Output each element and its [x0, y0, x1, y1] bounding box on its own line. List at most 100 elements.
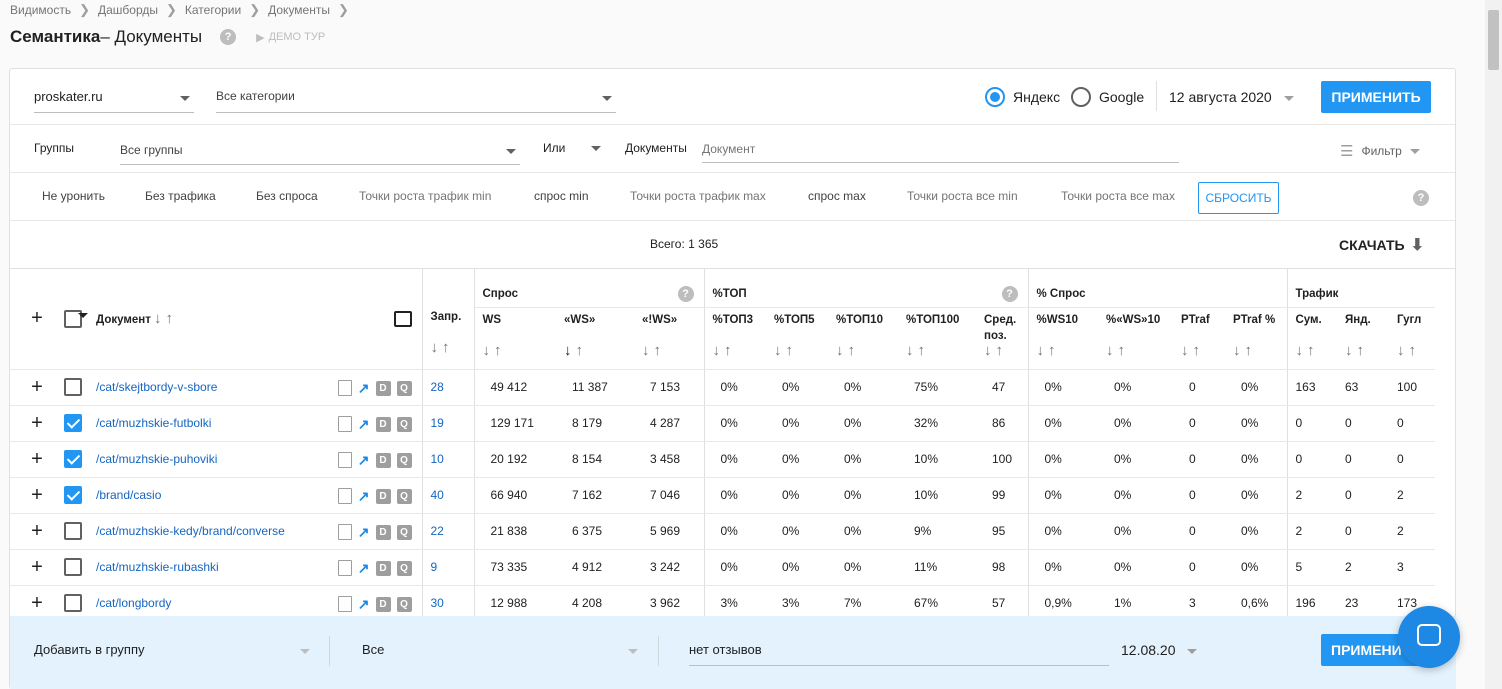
d-icon[interactable]: D: [375, 488, 391, 504]
q-icon[interactable]: Q: [396, 452, 412, 468]
copy-icon[interactable]: [337, 596, 352, 612]
col-label-3[interactable]: «!WS»: [642, 312, 704, 342]
trend-chart-icon[interactable]: ↗: [358, 488, 370, 505]
document-link[interactable]: /brand/casio: [96, 488, 161, 502]
copy-icon[interactable]: [337, 488, 352, 504]
col-label-10[interactable]: %«WS»10: [1106, 312, 1173, 342]
sort-arrows-icon[interactable]: ↓↑: [836, 342, 898, 359]
breadcrumb-visibility[interactable]: Видимость: [10, 3, 71, 17]
plus-icon[interactable]: +: [31, 592, 43, 614]
plus-icon[interactable]: +: [31, 412, 43, 434]
quick-filter-7[interactable]: Точки роста все min: [907, 189, 1018, 203]
plus-icon[interactable]: +: [31, 520, 43, 542]
sort-arrows-icon[interactable]: ↓↑: [774, 342, 828, 359]
all-select[interactable]: Все: [362, 642, 642, 662]
breadcrumb-categories[interactable]: Категории: [185, 3, 241, 17]
quick-filter-2[interactable]: Без спроса: [256, 189, 318, 203]
trend-chart-icon[interactable]: ↗: [358, 524, 370, 541]
col-label-4[interactable]: %ТОП3: [713, 312, 767, 342]
sort-arrows-icon[interactable]: ↓↑: [713, 342, 767, 359]
apply-button[interactable]: ПРИМЕНИТЬ: [1321, 81, 1431, 113]
col-label-7[interactable]: %ТОП100: [906, 312, 976, 342]
copy-icon[interactable]: [337, 452, 352, 468]
col-label-1[interactable]: WS: [483, 312, 557, 342]
site-select[interactable]: proskater.ru: [34, 89, 194, 113]
col-label-13[interactable]: Сум.: [1296, 312, 1338, 342]
col-label-2[interactable]: «WS»: [564, 312, 634, 342]
review-select[interactable]: нет отзывов: [689, 638, 1109, 666]
trend-chart-icon[interactable]: ↗: [358, 452, 370, 469]
plus-icon[interactable]: +: [31, 307, 43, 329]
sort-arrows-icon[interactable]: ↓↑: [1296, 342, 1338, 359]
sort-arrows-icon[interactable]: ↓↑: [1345, 342, 1389, 359]
q-icon[interactable]: Q: [396, 380, 412, 396]
quick-filter-1[interactable]: Без трафика: [145, 189, 216, 203]
col-label-0[interactable]: Запр.: [431, 311, 462, 323]
sort-arrows-icon[interactable]: ↓↑: [564, 342, 634, 359]
copy-icon[interactable]: [337, 380, 352, 396]
help-icon[interactable]: ?: [677, 286, 694, 302]
copy-icon[interactable]: [337, 560, 352, 576]
quick-filter-8[interactable]: Точки роста все max: [1061, 189, 1175, 203]
cell-value[interactable]: 28: [431, 380, 444, 394]
q-icon[interactable]: Q: [396, 560, 412, 576]
sort-arrows-icon[interactable]: ↓↑: [1181, 342, 1225, 359]
plus-icon[interactable]: +: [31, 376, 43, 398]
sort-arrows-icon[interactable]: ↓↑: [1106, 342, 1173, 359]
help-icon[interactable]: ?: [220, 29, 237, 45]
row-checkbox[interactable]: [64, 558, 82, 576]
engine-yandex-radio[interactable]: Яндекс: [985, 87, 1060, 107]
page-scrollbar[interactable]: [1485, 0, 1502, 689]
d-icon[interactable]: D: [375, 560, 391, 576]
col-label-5[interactable]: %ТОП5: [774, 312, 828, 342]
sort-arrows-icon[interactable]: ↓↑: [1233, 342, 1287, 359]
trend-chart-icon[interactable]: ↗: [358, 560, 370, 577]
q-icon[interactable]: Q: [396, 416, 412, 432]
quick-filter-0[interactable]: Не уронить: [42, 189, 105, 203]
download-button[interactable]: СКАЧАТЬ ⬇: [1339, 235, 1424, 255]
row-checkbox[interactable]: [64, 522, 82, 540]
sort-arrows-icon[interactable]: ↓↑: [483, 342, 557, 359]
sort-arrows-icon[interactable]: ↓↑: [1037, 342, 1099, 359]
cell-value[interactable]: 19: [431, 416, 444, 430]
d-icon[interactable]: D: [375, 416, 391, 432]
quick-filter-3[interactable]: Точки роста трафик min: [359, 189, 491, 203]
trend-chart-icon[interactable]: ↗: [358, 380, 370, 397]
document-header-label[interactable]: Документ: [96, 314, 151, 326]
col-label-9[interactable]: %WS10: [1037, 312, 1099, 342]
q-icon[interactable]: Q: [396, 488, 412, 504]
plus-icon[interactable]: +: [31, 484, 43, 506]
copy-icon[interactable]: [337, 416, 352, 432]
help-icon[interactable]: ?: [1001, 286, 1018, 302]
cell-value[interactable]: 40: [431, 488, 444, 502]
sort-arrows-icon[interactable]: ↓↑: [906, 342, 976, 359]
sort-arrows-icon[interactable]: ↓↑: [154, 310, 177, 327]
filter-button[interactable]: ☰ Фильтр: [1340, 142, 1420, 160]
col-label-15[interactable]: Гугл: [1397, 312, 1435, 342]
reset-button[interactable]: СБРОСИТЬ: [1198, 182, 1279, 214]
breadcrumb-dashboards[interactable]: Дашборды: [98, 3, 158, 17]
d-icon[interactable]: D: [375, 524, 391, 540]
chevron-down-icon[interactable]: [78, 313, 88, 318]
cell-value[interactable]: 9: [431, 560, 438, 574]
document-link[interactable]: /cat/muzhskie-futbolki: [96, 416, 211, 430]
quick-filter-5[interactable]: Точки роста трафик max: [630, 189, 766, 203]
quick-filter-4[interactable]: спрос min: [534, 189, 589, 203]
date-select[interactable]: 12 августа 2020: [1169, 89, 1294, 105]
copy-icon[interactable]: [337, 524, 352, 540]
groups-select[interactable]: Все группы: [120, 139, 520, 165]
bulk-date-select[interactable]: 12.08.20: [1121, 642, 1198, 658]
sort-arrows-icon[interactable]: ↓↑: [431, 339, 474, 356]
document-link[interactable]: /cat/muzhskie-rubashki: [96, 560, 219, 574]
plus-icon[interactable]: +: [31, 448, 43, 470]
demo-tour-button[interactable]: ▶ ДЕМО ТУР: [256, 31, 325, 44]
sort-arrows-icon[interactable]: ↓↑: [642, 342, 704, 359]
cell-value[interactable]: 10: [431, 452, 444, 466]
row-checkbox[interactable]: [64, 594, 82, 612]
image-toggle-icon[interactable]: [393, 311, 412, 327]
logic-select[interactable]: Или: [543, 141, 603, 155]
col-label-8[interactable]: Сред. поз.: [984, 312, 1024, 342]
row-checkbox[interactable]: [64, 450, 82, 468]
chat-widget-button[interactable]: [1398, 606, 1460, 668]
sort-arrows-icon[interactable]: ↓↑: [984, 342, 1028, 359]
